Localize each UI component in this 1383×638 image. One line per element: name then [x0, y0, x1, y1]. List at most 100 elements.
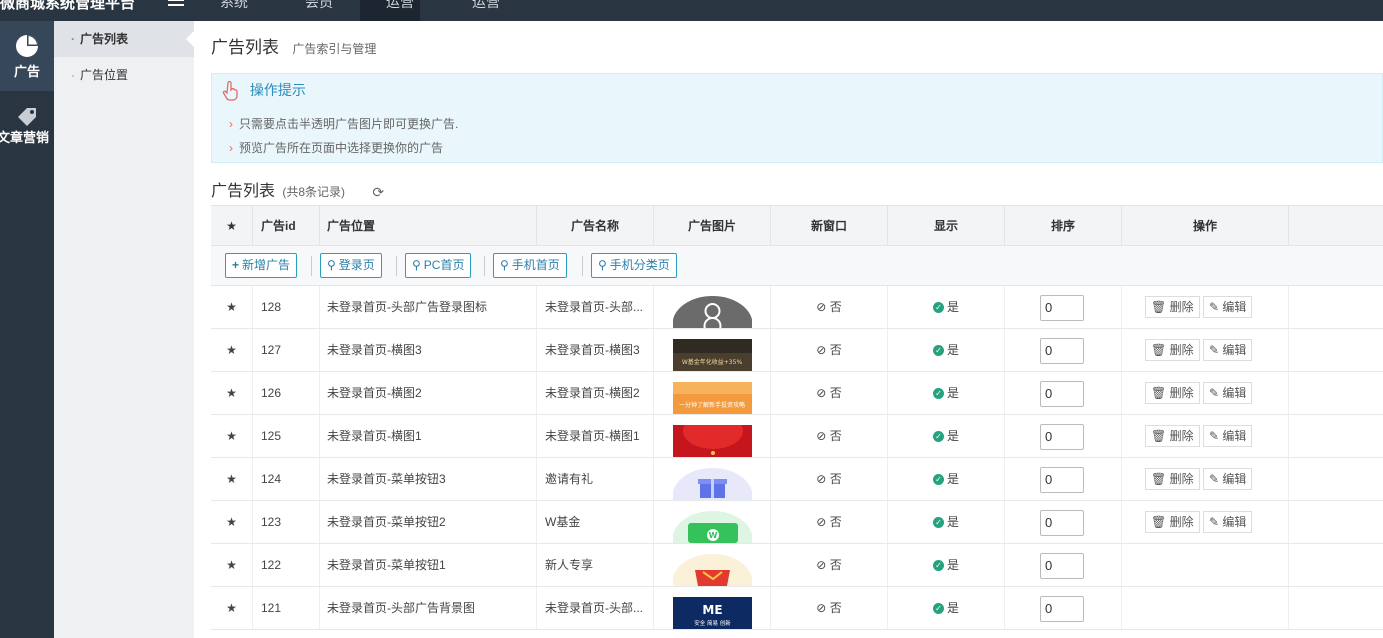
- ad-image[interactable]: [673, 425, 752, 457]
- edit-label: 编辑: [1222, 300, 1247, 314]
- subnav-item-ad-list[interactable]: · 广告列表: [54, 21, 194, 57]
- add-ad-label: 新增广告: [242, 258, 291, 272]
- filter-label: 登录页: [338, 258, 375, 272]
- col-header-display[interactable]: 显示: [888, 206, 1005, 246]
- svg-text:W: W: [709, 531, 718, 540]
- filter-pc-home-button[interactable]: ⚲ PC首页: [405, 253, 472, 278]
- top-nav-item-operate[interactable]: 运营: [360, 0, 420, 21]
- tips-panel: 操作提示 › 只需要点击半透明广告图片即可更换广告. › 预览广告所在页面中选择更换…: [211, 73, 1383, 163]
- star-icon[interactable]: ★: [211, 458, 253, 500]
- display-status[interactable]: ✓ 是: [888, 587, 1005, 629]
- new-window-status[interactable]: ⊘ 否: [771, 415, 888, 457]
- check-circle-icon: ✓: [932, 431, 944, 443]
- edit-button[interactable]: ✎ 编辑: [1203, 382, 1253, 404]
- display-status[interactable]: ✓ 是: [888, 415, 1005, 457]
- star-icon[interactable]: ★: [211, 587, 253, 629]
- filter-login-button[interactable]: ⚲ 登录页: [320, 253, 382, 278]
- top-nav-item-system[interactable]: 系统: [220, 0, 248, 12]
- ban-icon: ⊘: [816, 515, 827, 529]
- delete-label: 删除: [1169, 386, 1194, 400]
- display-status[interactable]: ✓ 是: [888, 286, 1005, 328]
- star-icon[interactable]: ★: [211, 286, 253, 328]
- col-header-sort[interactable]: 排序: [1005, 206, 1122, 246]
- top-nav-item-member[interactable]: 会员: [305, 0, 333, 12]
- new-window-status[interactable]: ⊘ 否: [771, 587, 888, 629]
- sort-input[interactable]: 0: [1040, 424, 1084, 450]
- ad-id: 128: [253, 286, 320, 328]
- filter-label: 手机首页: [511, 258, 560, 272]
- col-header-id[interactable]: 广告id: [253, 206, 320, 246]
- edit-button[interactable]: ✎ 编辑: [1203, 468, 1253, 490]
- display-status[interactable]: ✓ 是: [888, 329, 1005, 371]
- edit-button[interactable]: ✎ 编辑: [1203, 339, 1253, 361]
- sort-input[interactable]: 0: [1040, 596, 1084, 622]
- ad-image[interactable]: [673, 468, 752, 500]
- sort-input[interactable]: 0: [1040, 553, 1084, 579]
- refresh-icon[interactable]: ⟳: [372, 184, 384, 201]
- subnav-item-label: 广告列表: [80, 32, 129, 46]
- filter-mobile-home-button[interactable]: ⚲ 手机首页: [493, 253, 567, 278]
- subnav-item-ad-position[interactable]: · 广告位置: [54, 57, 194, 93]
- new-window-status[interactable]: ⊘ 否: [771, 329, 888, 371]
- new-window-status[interactable]: ⊘ 否: [771, 372, 888, 414]
- menu-toggle-icon[interactable]: [168, 0, 184, 10]
- top-nav-item-other[interactable]: 运营: [472, 0, 500, 12]
- trash-icon: 🗑: [1151, 472, 1167, 486]
- ad-name: 邀请有礼: [537, 458, 654, 500]
- new-window-status[interactable]: ⊘ 否: [771, 544, 888, 586]
- delete-button[interactable]: 🗑 删除: [1145, 296, 1200, 318]
- new-window-status[interactable]: ⊘ 否: [771, 458, 888, 500]
- sort-input[interactable]: 0: [1040, 381, 1084, 407]
- sort-input[interactable]: 0: [1040, 295, 1084, 321]
- filter-mobile-category-button[interactable]: ⚲ 手机分类页: [591, 253, 677, 278]
- star-icon[interactable]: ★: [211, 501, 253, 543]
- col-header-name[interactable]: 广告名称: [537, 206, 654, 246]
- edit-button[interactable]: ✎ 编辑: [1203, 425, 1253, 447]
- ad-image[interactable]: [673, 296, 752, 328]
- table-row: ★ 127 未登录首页-横图3 未登录首页-横图3 W基金年化收益+35% ⊘ 否 ✓ 是 0 🗑…: [211, 329, 1383, 372]
- display-status[interactable]: ✓ 是: [888, 544, 1005, 586]
- new-window-status[interactable]: ⊘ 否: [771, 286, 888, 328]
- toolbar-divider: [582, 256, 583, 276]
- delete-button[interactable]: 🗑 删除: [1145, 382, 1200, 404]
- star-icon[interactable]: ★: [211, 206, 253, 246]
- star-icon[interactable]: ★: [211, 415, 253, 457]
- delete-button[interactable]: 🗑 删除: [1145, 511, 1200, 533]
- add-ad-button[interactable]: + 新增广告: [225, 253, 298, 278]
- sort-input[interactable]: 0: [1040, 510, 1084, 536]
- ad-image[interactable]: W: [673, 511, 752, 543]
- ad-position: 未登录首页-横图3: [320, 329, 537, 371]
- col-header-new-window[interactable]: 新窗口: [771, 206, 888, 246]
- ad-image[interactable]: W基金年化收益+35%: [673, 339, 752, 371]
- delete-button[interactable]: 🗑 删除: [1145, 468, 1200, 490]
- check-circle-icon: ✓: [932, 474, 944, 486]
- ad-image[interactable]: ME 安全 简易 创新: [673, 597, 752, 629]
- star-icon[interactable]: ★: [211, 372, 253, 414]
- edit-button[interactable]: ✎ 编辑: [1203, 296, 1253, 318]
- display-label: 是: [946, 386, 959, 400]
- ad-position: 未登录首页-菜单按钮1: [320, 544, 537, 586]
- edit-button[interactable]: ✎ 编辑: [1203, 511, 1253, 533]
- delete-button[interactable]: 🗑 删除: [1145, 339, 1200, 361]
- col-header-image[interactable]: 广告图片: [654, 206, 771, 246]
- sort-input[interactable]: 0: [1040, 338, 1084, 364]
- ad-image[interactable]: [673, 554, 752, 586]
- ad-position: 未登录首页-头部广告背景图: [320, 587, 537, 629]
- star-icon[interactable]: ★: [211, 329, 253, 371]
- display-status[interactable]: ✓ 是: [888, 458, 1005, 500]
- rail-item-ads[interactable]: 广告: [0, 21, 54, 91]
- display-label: 是: [946, 558, 959, 572]
- edit-label: 编辑: [1222, 429, 1247, 443]
- rail-item-label: 广告: [13, 64, 40, 79]
- star-icon[interactable]: ★: [211, 544, 253, 586]
- ad-image[interactable]: 一分钟了解新手投资攻略: [673, 382, 752, 414]
- sort-input[interactable]: 0: [1040, 467, 1084, 493]
- display-status[interactable]: ✓ 是: [888, 501, 1005, 543]
- edit-icon: ✎: [1209, 300, 1220, 314]
- delete-button[interactable]: 🗑 删除: [1145, 425, 1200, 447]
- display-status[interactable]: ✓ 是: [888, 372, 1005, 414]
- rail-item-article-marketing[interactable]: 文章营销: [0, 105, 54, 155]
- col-header-position[interactable]: 广告位置: [320, 206, 537, 246]
- actions-cell: 🗑 删除 ✎ 编辑: [1122, 329, 1289, 371]
- new-window-status[interactable]: ⊘ 否: [771, 501, 888, 543]
